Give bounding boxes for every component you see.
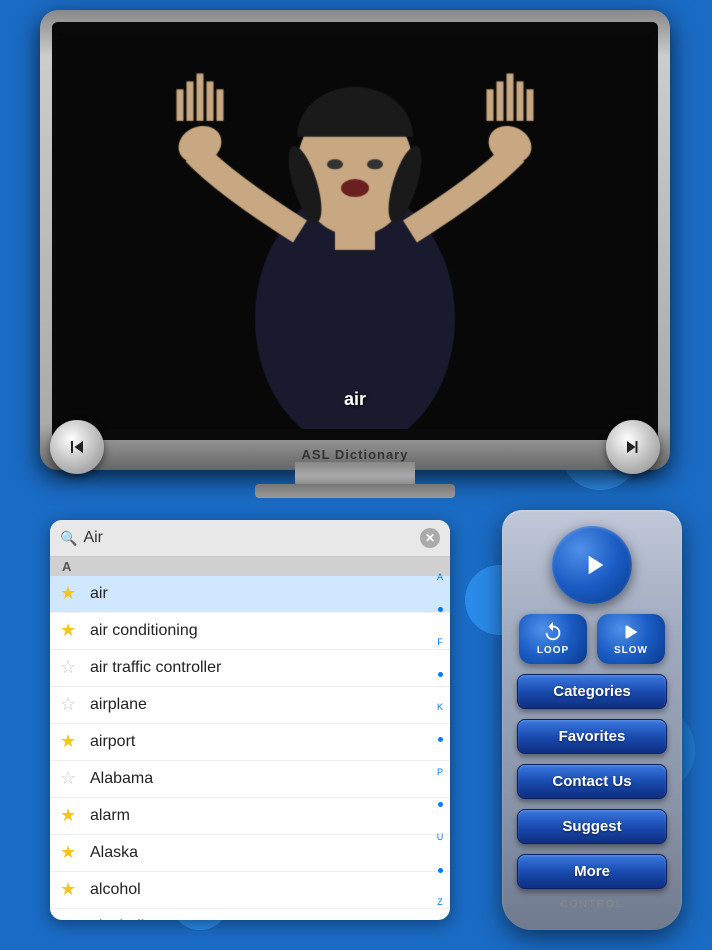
tv-screen: air — [52, 22, 658, 440]
list-items-container: ★ air ★ air conditioning ☆ air traffic contro… — [50, 576, 450, 920]
list-item[interactable]: ☆ alcoholic — [50, 909, 450, 920]
index-letter[interactable]: Z — [437, 898, 443, 907]
control-label: CONTROL — [561, 899, 624, 910]
list-item[interactable]: ☆ air traffic controller — [50, 650, 450, 687]
list-item[interactable]: ★ airport — [50, 724, 450, 761]
index-dot — [438, 868, 443, 873]
item-label: alarm — [90, 807, 440, 825]
slow-label: SLOW — [614, 645, 648, 656]
search-clear-button[interactable]: ✕ — [420, 528, 440, 548]
remote-middle-row: LOOP SLOW — [512, 614, 672, 664]
list-item[interactable]: ★ air — [50, 576, 450, 613]
slow-button[interactable]: SLOW — [597, 614, 665, 664]
tv-container: air ASL Dictionary — [40, 10, 670, 490]
search-bar: 🔍 ✕ — [50, 520, 450, 557]
item-label: Alaska — [90, 844, 440, 862]
star-icon: ★ — [60, 731, 82, 753]
loop-icon — [542, 621, 564, 643]
star-icon: ★ — [60, 583, 82, 605]
star-icon: ☆ — [60, 694, 82, 716]
tv-dictionary-label: ASL Dictionary — [40, 447, 670, 462]
item-label: alcoholic — [90, 918, 440, 920]
index-dot — [438, 672, 443, 677]
skip-back-icon — [65, 435, 89, 459]
search-input[interactable] — [83, 529, 414, 547]
index-letter[interactable]: A — [437, 573, 443, 582]
list-item[interactable]: ★ air conditioning — [50, 613, 450, 650]
loop-button[interactable]: LOOP — [519, 614, 587, 664]
item-label: air — [90, 585, 440, 603]
tv-bezel: air ASL Dictionary — [40, 10, 670, 470]
index-letter[interactable]: F — [437, 638, 443, 647]
play-icon — [578, 549, 610, 581]
more-button[interactable]: More — [517, 854, 667, 889]
index-letter[interactable]: U — [437, 833, 444, 842]
star-icon: ☆ — [60, 768, 82, 790]
section-header-a: A — [50, 557, 450, 576]
video-content: air — [52, 22, 658, 440]
star-icon: ☆ — [60, 657, 82, 679]
item-label: airplane — [90, 696, 440, 714]
index-dot — [438, 737, 443, 742]
slow-icon — [620, 621, 642, 643]
loop-label: LOOP — [537, 645, 569, 656]
index-dot — [438, 802, 443, 807]
favorites-button[interactable]: Favorites — [517, 719, 667, 754]
remote-control: LOOP SLOW Categories Favorites Contact U… — [502, 510, 682, 930]
index-letter[interactable]: K — [437, 703, 443, 712]
next-button[interactable] — [606, 420, 660, 474]
star-icon: ★ — [60, 805, 82, 827]
star-icon: ★ — [60, 620, 82, 642]
search-icon: 🔍 — [60, 530, 77, 547]
item-label: airport — [90, 733, 440, 751]
item-label: Alabama — [90, 770, 440, 788]
index-dot — [438, 607, 443, 612]
skip-forward-icon — [621, 435, 645, 459]
index-bar: A F K P U Z — [432, 560, 448, 920]
list-item[interactable]: ★ Alaska — [50, 835, 450, 872]
tv-stand-base — [255, 484, 455, 498]
item-label: air conditioning — [90, 622, 440, 640]
star-icon: ☆ — [60, 916, 82, 920]
list-item[interactable]: ★ alarm — [50, 798, 450, 835]
video-word-label: air — [344, 389, 366, 410]
contact-us-button[interactable]: Contact Us — [517, 764, 667, 799]
play-button[interactable] — [552, 526, 632, 604]
star-icon: ★ — [60, 879, 82, 901]
list-item[interactable]: ☆ Alabama — [50, 761, 450, 798]
list-item[interactable]: ★ alcohol — [50, 872, 450, 909]
suggest-button[interactable]: Suggest — [517, 809, 667, 844]
star-icon: ★ — [60, 842, 82, 864]
list-item[interactable]: ☆ airplane — [50, 687, 450, 724]
prev-button[interactable] — [50, 420, 104, 474]
item-label: air traffic controller — [90, 659, 440, 677]
item-label: alcohol — [90, 881, 440, 899]
index-letter[interactable]: P — [437, 768, 443, 777]
list-panel: 🔍 ✕ A ★ air ★ air conditioning ☆ air traffic … — [50, 520, 450, 920]
categories-button[interactable]: Categories — [517, 674, 667, 709]
